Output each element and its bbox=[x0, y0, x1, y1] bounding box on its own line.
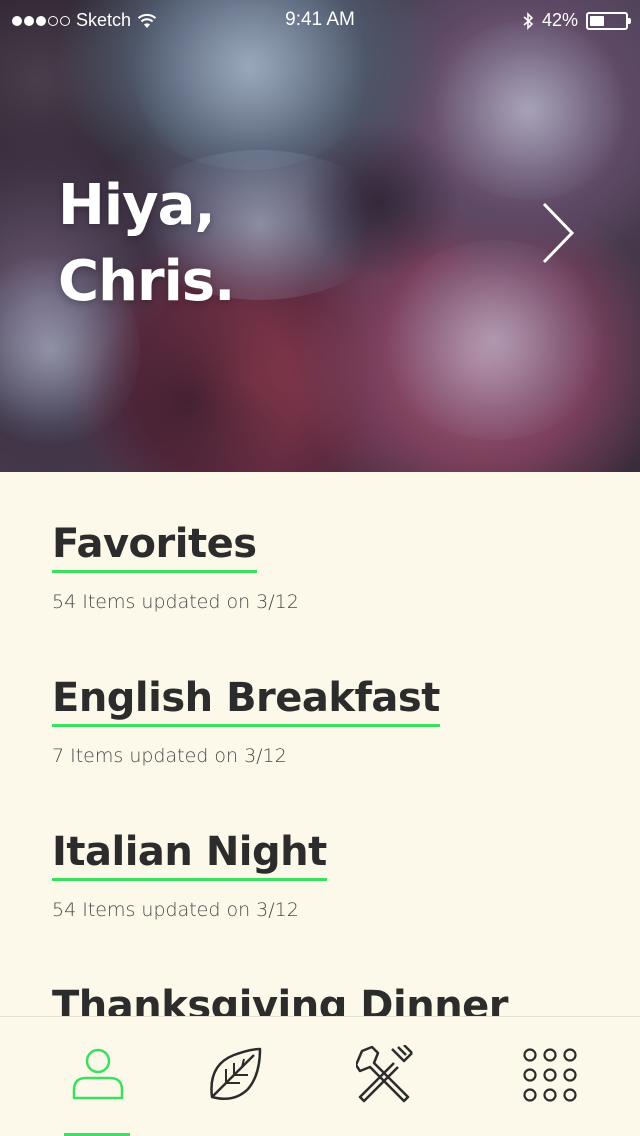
tab-more[interactable] bbox=[514, 1039, 586, 1111]
next-button[interactable] bbox=[530, 198, 580, 268]
list-title[interactable]: Italian Night bbox=[52, 826, 327, 881]
status-right: 42% bbox=[522, 10, 631, 31]
chevron-right-icon bbox=[542, 202, 575, 264]
list-item[interactable]: Favorites 54 Items updated on 3/12 bbox=[52, 518, 299, 613]
greeting: Hiya, Chris. bbox=[58, 168, 235, 320]
shopping-lists: Favorites 54 Items updated on 3/12 Engli… bbox=[0, 472, 640, 1016]
tab-recipes[interactable] bbox=[350, 1039, 422, 1111]
fork-knife-icon bbox=[356, 1045, 413, 1103]
status-bar: Sketch 9:41 AM 42% bbox=[0, 0, 640, 40]
battery-icon bbox=[586, 11, 631, 30]
list-meta: 7 Items updated on 3/12 bbox=[52, 745, 287, 767]
tab-produce[interactable] bbox=[198, 1039, 270, 1111]
list-meta: 54 Items updated on 3/12 bbox=[52, 899, 299, 921]
tab-bar bbox=[0, 1016, 640, 1136]
list-meta: 54 Items updated on 3/12 bbox=[52, 591, 299, 613]
battery-percent: 42% bbox=[541, 10, 578, 30]
list-title[interactable]: English Breakfast bbox=[52, 672, 440, 727]
bluetooth-icon bbox=[523, 11, 534, 30]
battery-fill bbox=[590, 15, 605, 26]
greeting-line-1: Hiya, bbox=[58, 173, 216, 238]
person-icon bbox=[72, 1048, 124, 1100]
leaf-icon bbox=[210, 1047, 262, 1100]
list-item[interactable]: English Breakfast 7 Items updated on 3/1… bbox=[52, 672, 440, 767]
greeting-line-2: Chris. bbox=[58, 249, 235, 314]
list-title[interactable]: Favorites bbox=[52, 518, 257, 573]
tab-profile[interactable] bbox=[62, 1039, 134, 1111]
grid-icon bbox=[523, 1048, 577, 1102]
list-item[interactable]: Thanksgiving Dinner bbox=[52, 980, 509, 1016]
list-title[interactable]: Thanksgiving Dinner bbox=[52, 980, 509, 1016]
hero-banner: Sketch 9:41 AM 42% Hiya, Chris. bbox=[0, 0, 640, 472]
list-item[interactable]: Italian Night 54 Items updated on 3/12 bbox=[52, 826, 327, 921]
